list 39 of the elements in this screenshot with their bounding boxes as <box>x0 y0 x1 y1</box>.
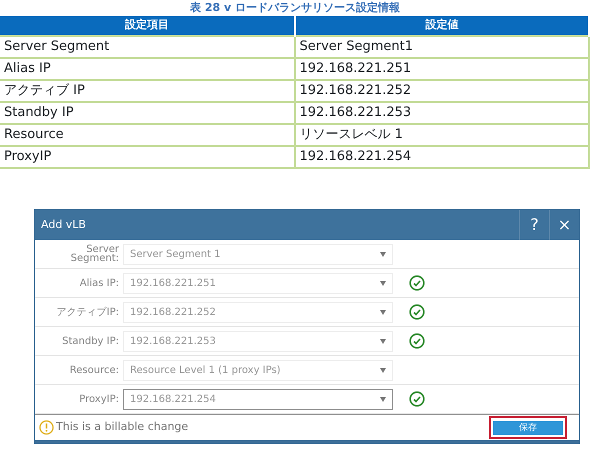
select-field[interactable]: 192.168.221.251 <box>123 272 393 294</box>
select-field[interactable]: 192.168.221.254 <box>123 388 393 410</box>
table-cell: アクティブ IP <box>0 80 294 102</box>
caret-icon <box>380 368 386 372</box>
table-cell: Server Segment <box>0 36 294 58</box>
table-cell: 192.168.221.252 <box>294 80 589 102</box>
select-field[interactable]: 192.168.221.253 <box>123 330 393 352</box>
table-caption: 表 28 v ロードバランサリソース設定情報 <box>189 0 401 16</box>
caret-icon <box>380 338 386 344</box>
column-header: 設定値 <box>294 16 589 36</box>
save-button[interactable]: 保存 <box>493 421 563 435</box>
field-label: Resource: <box>68 366 120 374</box>
table-cell: Server Segment1 <box>294 36 589 58</box>
close-button[interactable]: × <box>549 210 579 240</box>
table-cell: ProxyIP <box>0 146 294 168</box>
table-cell: Resource <box>0 124 294 146</box>
warning-icon <box>39 420 54 435</box>
field-label: Standby IP: <box>61 336 120 346</box>
table-cell: 192.168.221.253 <box>294 102 589 124</box>
select-field[interactable]: Server Segment 1 <box>123 244 393 264</box>
caret-icon <box>380 280 386 286</box>
caret-icon <box>380 396 386 402</box>
column-header: 設定項目 <box>0 16 294 36</box>
dialog-title: Add vLB <box>40 216 87 233</box>
field-label: ProxyIP: <box>78 394 120 404</box>
table-cell: Standby IP <box>0 102 294 124</box>
table-cell: リソースレベル 1 <box>294 124 589 146</box>
field-label: アクティブIP: <box>56 308 120 316</box>
table-cell: 192.168.221.254 <box>294 146 589 168</box>
caret-icon <box>380 252 386 256</box>
table-cell: Alias IP <box>0 58 294 80</box>
help-button[interactable]: ? <box>519 210 549 240</box>
select-field[interactable]: 192.168.221.252 <box>123 302 393 322</box>
select-field[interactable]: Resource Level 1 (1 proxy IPs) <box>123 360 393 380</box>
caret-icon <box>380 310 386 314</box>
field-label: Alias IP: <box>78 278 120 288</box>
billable-notice: This is a billable change <box>56 419 190 436</box>
table-cell: 192.168.221.251 <box>294 58 589 80</box>
field-label: Server Segment: <box>70 245 120 263</box>
